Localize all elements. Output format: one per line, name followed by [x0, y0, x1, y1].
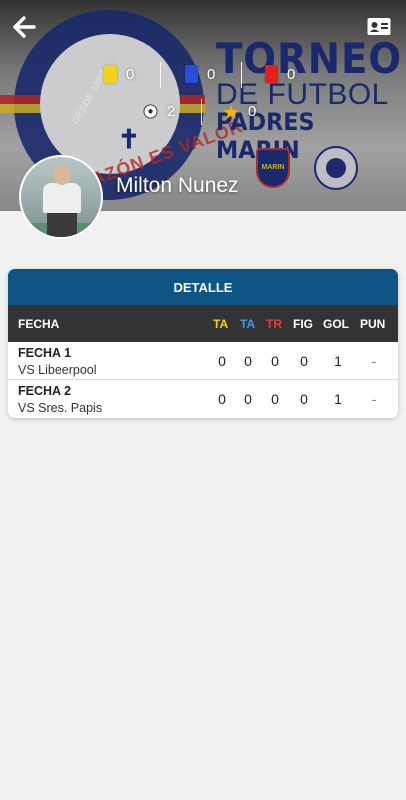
row-fecha: FECHA 1 — [18, 346, 72, 360]
stars-value: 0 — [248, 103, 257, 120]
row-tr: 0 — [271, 391, 279, 407]
yellow-card-icon — [104, 65, 117, 83]
red-card-icon — [265, 65, 278, 83]
goals-value: 2 — [167, 103, 176, 120]
yellow-cards-value: 0 — [126, 65, 135, 83]
row-pun: - — [371, 353, 377, 369]
row-fecha: FECHA 2 — [18, 384, 72, 398]
profile-card-button[interactable] — [366, 16, 392, 38]
soccer-ball-icon — [143, 104, 158, 119]
arrow-left-icon — [13, 16, 36, 38]
detail-header[interactable]: DETALLE — [8, 269, 398, 305]
table-row[interactable]: FECHA 2 VS Sres. Papis 0 0 0 0 1 - — [8, 380, 398, 418]
row-ta: 0 — [218, 353, 226, 369]
row-gol: 1 — [334, 353, 342, 369]
row-ta: 0 — [218, 391, 226, 407]
avatar-legs — [47, 211, 77, 237]
stat-stars: 0 — [223, 103, 256, 120]
row-pun: - — [371, 391, 377, 407]
col-gol: GOL — [323, 317, 349, 331]
stat-divider — [201, 99, 202, 125]
star-icon — [223, 104, 239, 119]
player-avatar[interactable] — [19, 155, 103, 239]
col-ta-yellow: TA — [213, 317, 229, 331]
col-tr: TR — [266, 317, 282, 331]
stat-goals: 2 — [143, 103, 175, 120]
row-ta-blue: 0 — [244, 391, 252, 407]
blue-card-icon — [185, 65, 198, 83]
player-name: Milton Nunez — [116, 174, 239, 197]
back-button[interactable] — [10, 14, 38, 40]
table-header: FECHA TA TA TR FIG GOL PUN — [8, 305, 398, 342]
red-cards-value: 0 — [287, 65, 296, 83]
blue-cards-value: 0 — [207, 65, 216, 83]
row-tr: 0 — [271, 353, 279, 369]
col-fig: FIG — [293, 317, 313, 331]
detail-title: DETALLE — [173, 279, 233, 295]
id-card-icon — [367, 18, 391, 35]
row-fig: 0 — [300, 353, 308, 369]
stat-divider — [160, 62, 161, 88]
row-gol: 1 — [334, 391, 342, 407]
avatar-head — [53, 165, 71, 185]
row-opponent: VS Sres. Papis — [18, 401, 103, 415]
row-fig: 0 — [300, 391, 308, 407]
table-row[interactable]: FECHA 1 VS Libeerpool 0 0 0 0 1 - — [8, 342, 398, 380]
stat-divider — [241, 62, 242, 88]
stat-yellow-cards: 0 — [104, 65, 134, 83]
col-fecha: FECHA — [18, 317, 60, 331]
stat-blue-cards: 0 — [185, 65, 215, 83]
row-ta-blue: 0 — [244, 353, 252, 369]
detail-card: DETALLE FECHA TA TA TR FIG GOL PUN FECHA… — [8, 269, 398, 418]
row-opponent: VS Libeerpool — [18, 363, 97, 377]
avatar-body — [43, 183, 81, 213]
col-pun: PUN — [360, 317, 386, 331]
stat-red-cards: 0 — [265, 65, 295, 83]
col-ta-blue: TA — [240, 317, 256, 331]
